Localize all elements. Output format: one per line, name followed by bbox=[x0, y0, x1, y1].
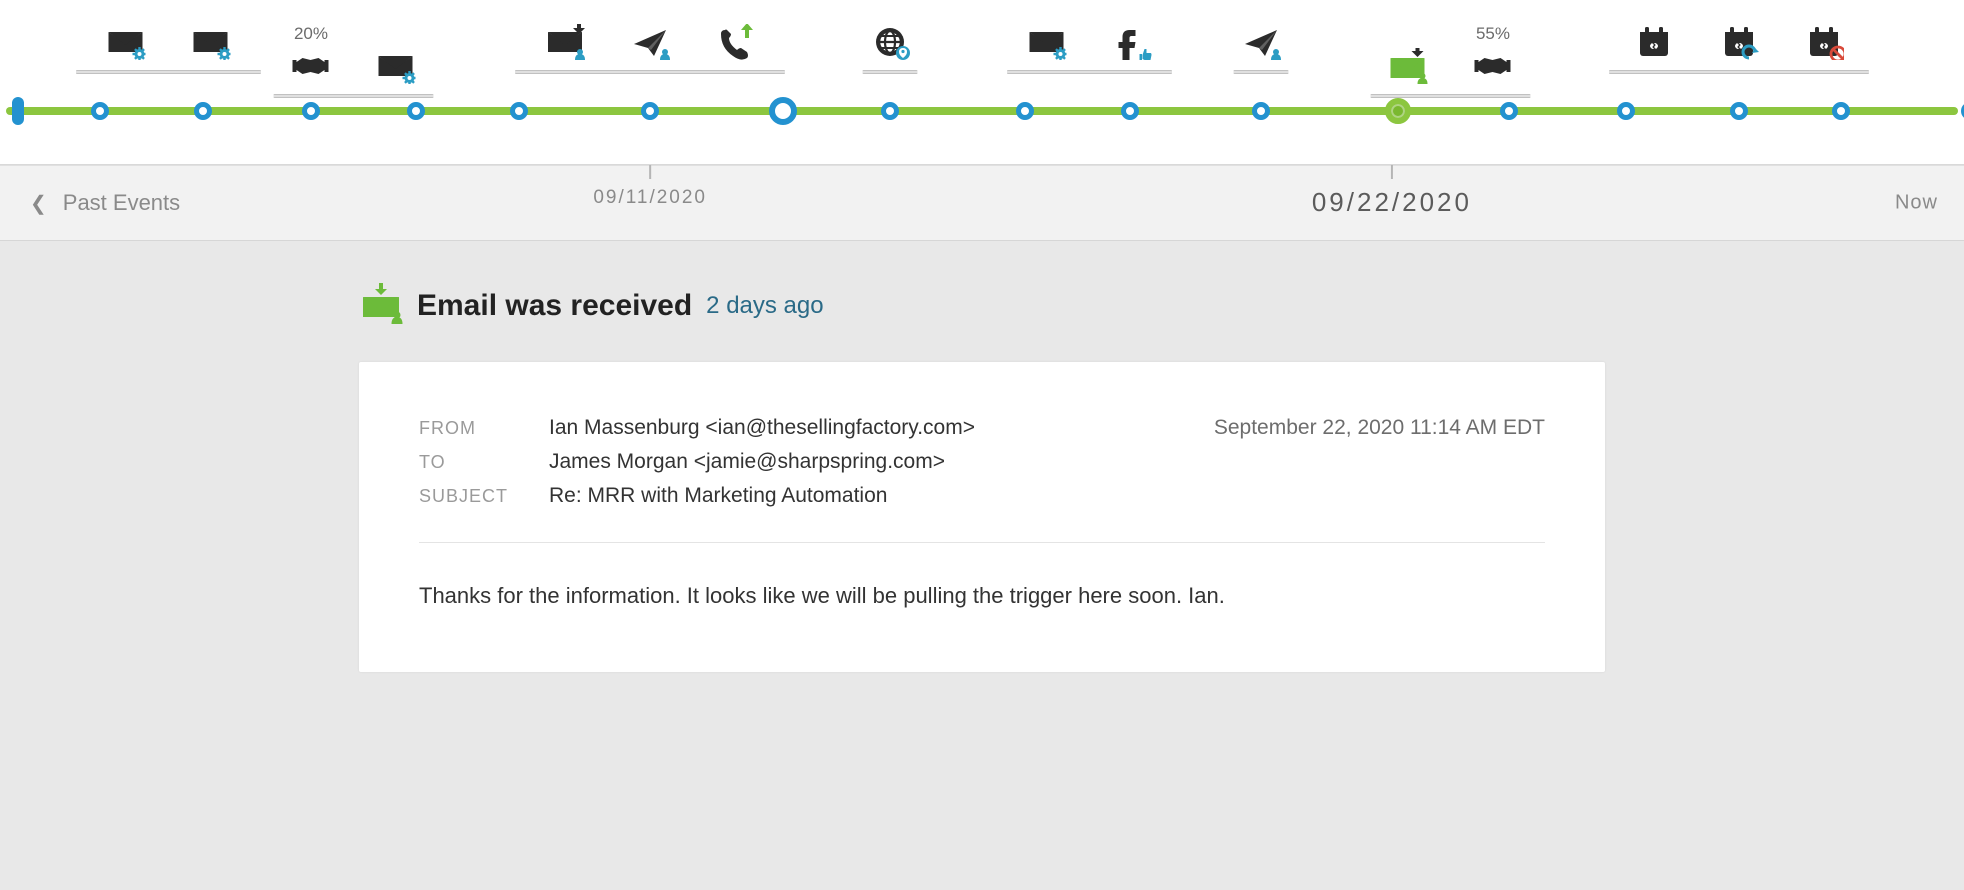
timeline-date-row: ❮ Past Events 09/11/2020 09/22/2020 Now bbox=[0, 165, 1964, 241]
timeline-event-dot[interactable] bbox=[91, 102, 109, 120]
subject-value: Re: MRR with Marketing Automation bbox=[549, 484, 1545, 508]
group-underline bbox=[273, 94, 433, 98]
date-text: 09/11/2020 bbox=[593, 187, 707, 209]
now-label: Now bbox=[1895, 192, 1938, 215]
timeline-event-dot[interactable] bbox=[510, 102, 528, 120]
timeline-event-dot[interactable] bbox=[302, 102, 320, 120]
timeline-event-dot[interactable] bbox=[194, 102, 212, 120]
phone-up-icon[interactable] bbox=[715, 24, 755, 60]
group-underline bbox=[1609, 70, 1869, 74]
event-detail-header: Email was received 2 days ago bbox=[359, 281, 1605, 330]
timeline-event-group: 20% bbox=[291, 24, 416, 84]
timeline-event-dot[interactable] bbox=[881, 102, 899, 120]
timeline-event-group bbox=[870, 24, 910, 60]
subject-label: SUBJECT bbox=[419, 486, 549, 507]
past-events-button[interactable]: ❮ Past Events bbox=[30, 190, 180, 216]
calendar-refresh-icon[interactable] bbox=[1719, 24, 1759, 60]
email-received-green-icon[interactable] bbox=[1388, 48, 1428, 84]
email-gear-icon[interactable] bbox=[1027, 24, 1067, 60]
group-underline bbox=[515, 70, 785, 74]
email-gear-icon[interactable] bbox=[106, 24, 146, 60]
date-tick bbox=[1391, 165, 1393, 179]
to-label: TO bbox=[419, 452, 549, 473]
timeline-event-group bbox=[1027, 24, 1152, 60]
timeline-event-dot[interactable] bbox=[1252, 102, 1270, 120]
probability-label: 55% bbox=[1476, 24, 1510, 44]
probability-label: 20% bbox=[294, 24, 328, 44]
to-value: James Morgan <jamie@sharpspring.com> bbox=[549, 450, 1545, 474]
timeline-event-group bbox=[1634, 24, 1844, 60]
event-time-ago: 2 days ago bbox=[706, 292, 823, 320]
timeline-event-group bbox=[106, 24, 231, 60]
email-gear-icon[interactable] bbox=[376, 48, 416, 84]
date-tick bbox=[649, 165, 651, 179]
date-text: 09/22/2020 bbox=[1312, 187, 1472, 218]
calendar-link-icon[interactable] bbox=[1634, 24, 1674, 60]
group-underline bbox=[1007, 70, 1172, 74]
email-meta: FROM Ian Massenburg <ian@thesellingfacto… bbox=[419, 416, 1545, 543]
timeline-event-group: 55% bbox=[1388, 24, 1513, 84]
group-underline bbox=[76, 70, 261, 74]
timeline-event-dot[interactable] bbox=[1121, 102, 1139, 120]
timeline-event-dot[interactable] bbox=[641, 102, 659, 120]
timeline-date-label: 09/22/2020 bbox=[1312, 166, 1472, 240]
email-user-in-icon[interactable] bbox=[545, 24, 585, 60]
timeline-date-label: 09/11/2020 bbox=[593, 166, 707, 240]
email-card: FROM Ian Massenburg <ian@thesellingfacto… bbox=[359, 362, 1605, 672]
timeline-icons-row: 20% 55% bbox=[0, 24, 1964, 79]
event-title: Email was received bbox=[417, 289, 692, 323]
past-events-label: Past Events bbox=[63, 190, 180, 216]
timeline-track bbox=[0, 99, 1964, 123]
handshake-20-icon[interactable]: 20% bbox=[291, 24, 331, 84]
handshake-55-icon[interactable]: 55% bbox=[1473, 24, 1513, 84]
timeline-event-dot[interactable] bbox=[1500, 102, 1518, 120]
facebook-like-icon[interactable] bbox=[1112, 24, 1152, 60]
globe-visit-icon[interactable] bbox=[870, 24, 910, 60]
email-body: Thanks for the information. It looks lik… bbox=[419, 579, 1545, 612]
timeline-marker-current[interactable] bbox=[1385, 98, 1411, 124]
chevron-left-icon: ❮ bbox=[30, 191, 47, 216]
timeline-event-dot[interactable] bbox=[1832, 102, 1850, 120]
group-underline bbox=[863, 70, 918, 74]
timeline-event-group bbox=[545, 24, 755, 60]
timeline-event-dot[interactable] bbox=[1016, 102, 1034, 120]
event-detail-area: Email was received 2 days ago FROM Ian M… bbox=[0, 241, 1964, 890]
from-label: FROM bbox=[419, 418, 549, 439]
email-gear-icon[interactable] bbox=[191, 24, 231, 60]
from-value: Ian Massenburg <ian@thesellingfactory.co… bbox=[549, 416, 1214, 440]
timeline-panel: 20% 55% bbox=[0, 0, 1964, 165]
timeline-line bbox=[6, 107, 1958, 115]
group-underline bbox=[1234, 70, 1289, 74]
paper-plane-user-icon[interactable] bbox=[1241, 24, 1281, 60]
timeline-event-dot[interactable] bbox=[407, 102, 425, 120]
email-timestamp: September 22, 2020 11:14 AM EDT bbox=[1214, 416, 1545, 440]
email-received-icon bbox=[359, 281, 403, 330]
timeline-event-group bbox=[1241, 24, 1281, 60]
timeline-event-dot[interactable] bbox=[1730, 102, 1748, 120]
paper-plane-user-icon[interactable] bbox=[630, 24, 670, 60]
calendar-cancel-icon[interactable] bbox=[1804, 24, 1844, 60]
timeline-event-dot[interactable] bbox=[1617, 102, 1635, 120]
timeline-marker-secondary[interactable] bbox=[769, 97, 797, 125]
timeline-start-marker[interactable] bbox=[12, 97, 24, 125]
